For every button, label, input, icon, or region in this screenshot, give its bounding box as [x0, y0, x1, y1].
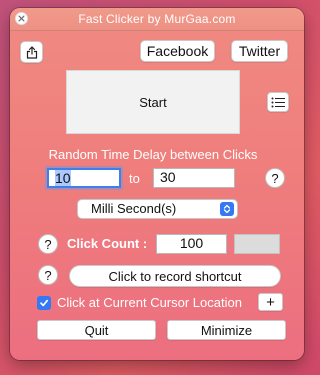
max-delay-input[interactable]: 30: [153, 168, 235, 188]
delay-help-button[interactable]: ?: [265, 168, 285, 188]
minimize-button[interactable]: Minimize: [167, 320, 286, 340]
time-unit-select[interactable]: Milli Second(s): [77, 199, 238, 219]
app-window: Fast Clicker by MurGaa.com Facebook Twit…: [10, 8, 304, 360]
click-count-label: Click Count :: [67, 236, 148, 251]
count-help-button[interactable]: ?: [38, 234, 58, 254]
share-button[interactable]: [20, 41, 43, 63]
click-count-value: 100: [179, 235, 204, 251]
min-delay-input[interactable]: 10: [47, 168, 121, 188]
start-button[interactable]: Start: [66, 70, 240, 134]
add-button[interactable]: +: [258, 293, 283, 311]
help-icon: ?: [44, 236, 52, 252]
cursor-location-checkbox[interactable]: [37, 296, 51, 310]
help-icon: ?: [271, 170, 279, 186]
quit-button[interactable]: Quit: [37, 320, 156, 340]
checkmark-icon: [40, 299, 49, 307]
max-delay-value: 30: [160, 169, 176, 185]
facebook-button[interactable]: Facebook: [140, 40, 215, 62]
count-display-box: [234, 234, 280, 254]
twitter-button[interactable]: Twitter: [231, 40, 288, 62]
window-title: Fast Clicker by MurGaa.com: [78, 12, 236, 26]
to-label: to: [129, 171, 140, 186]
share-icon: [26, 45, 37, 59]
start-label: Start: [139, 94, 167, 110]
help-icon: ?: [44, 267, 52, 283]
list-button[interactable]: [267, 92, 289, 112]
title-bar[interactable]: Fast Clicker by MurGaa.com: [10, 8, 304, 31]
delay-heading: Random Time Delay between Clicks: [48, 147, 258, 162]
select-arrows-icon: [220, 202, 234, 216]
min-delay-value: 10: [55, 170, 71, 186]
click-count-input[interactable]: 100: [156, 234, 227, 254]
record-shortcut-button[interactable]: Click to record shortcut: [69, 265, 281, 287]
shortcut-help-button[interactable]: ?: [38, 265, 58, 285]
cursor-location-label[interactable]: Click at Current Cursor Location: [57, 295, 242, 310]
time-unit-value: Milli Second(s): [91, 201, 177, 216]
list-icon: [271, 97, 285, 107]
